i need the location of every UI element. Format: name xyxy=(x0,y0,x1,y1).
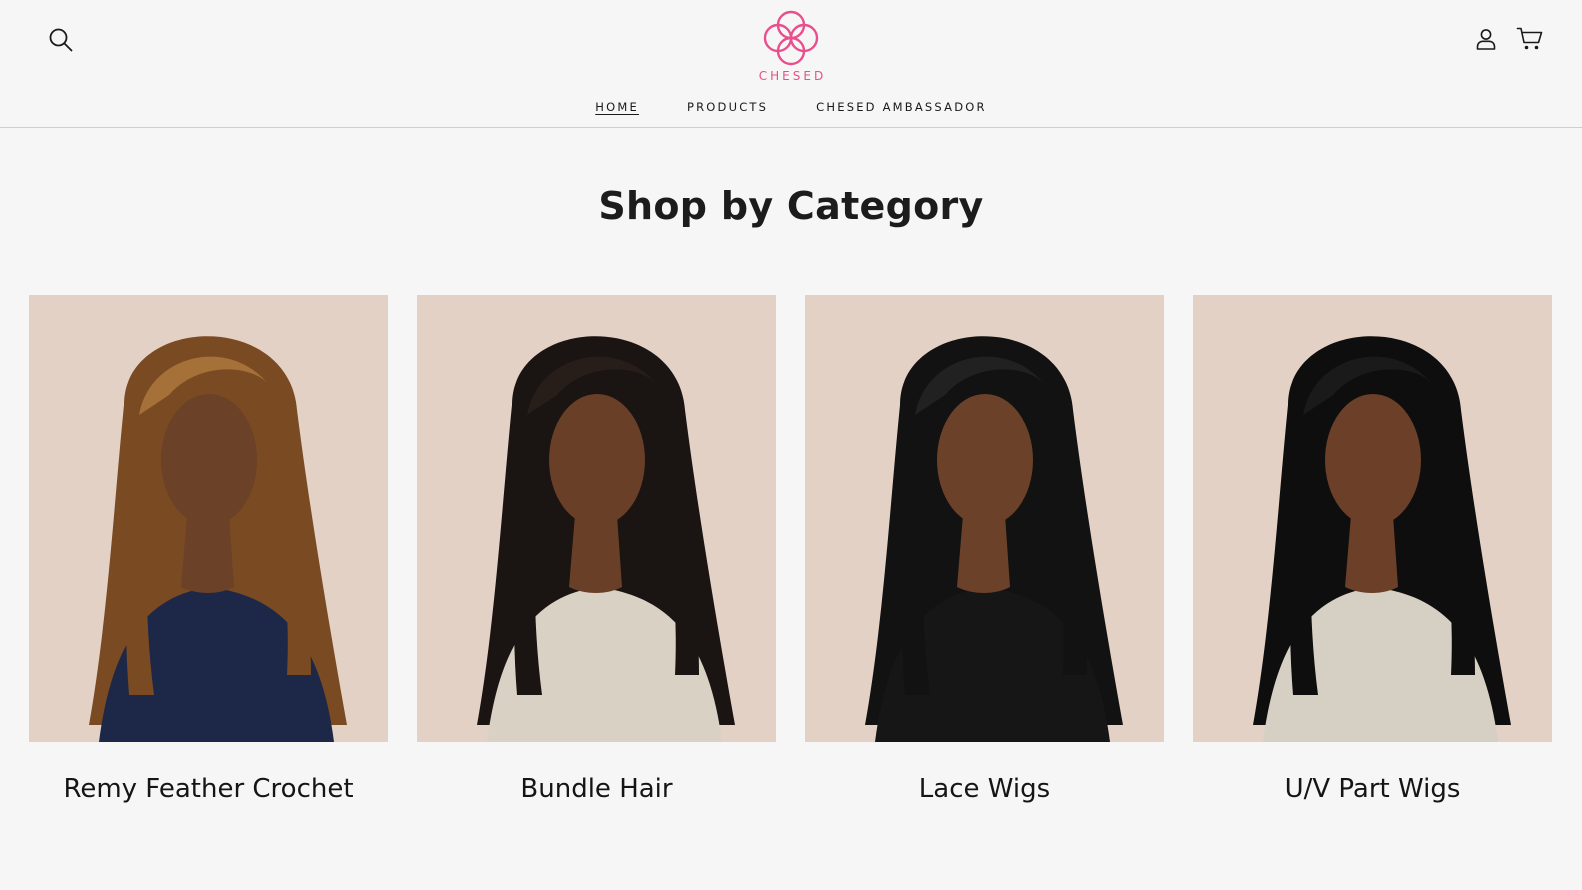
category-card-bundle-hair[interactable]: Bundle Hair xyxy=(417,295,776,804)
section-title: Shop by Category xyxy=(598,184,984,228)
search-icon xyxy=(49,28,73,52)
site-header: CHESED HOME PRODUCTS CHESED AMBASSADOR xyxy=(0,0,1582,128)
logo-text: CHESED xyxy=(758,69,827,83)
category-image[interactable] xyxy=(1193,295,1552,742)
nav-products[interactable]: PRODUCTS xyxy=(663,100,792,114)
category-card-remy-feather-crochet[interactable]: Remy Feather Crochet xyxy=(29,295,388,804)
search-button[interactable] xyxy=(41,20,81,60)
portrait-illustration xyxy=(89,336,347,742)
category-image[interactable] xyxy=(417,295,776,742)
category-title[interactable]: Bundle Hair xyxy=(417,774,776,804)
brand-logo[interactable]: CHESED xyxy=(741,8,841,88)
category-card-lace-wigs[interactable]: Lace Wigs xyxy=(805,295,1164,804)
category-image[interactable] xyxy=(29,295,388,742)
category-title[interactable]: Lace Wigs xyxy=(805,774,1164,804)
nav-home[interactable]: HOME xyxy=(571,100,663,114)
category-title[interactable]: Remy Feather Crochet xyxy=(29,774,388,804)
account-button[interactable] xyxy=(1466,19,1506,59)
main-nav: HOME PRODUCTS CHESED AMBASSADOR xyxy=(0,100,1582,114)
logo-mark-icon xyxy=(763,10,819,66)
portrait-illustration xyxy=(477,336,735,742)
category-card-uv-part-wigs[interactable]: U/V Part Wigs xyxy=(1193,295,1552,804)
cart-button[interactable] xyxy=(1510,19,1550,59)
user-icon xyxy=(1476,29,1496,50)
nav-chesed-ambassador[interactable]: CHESED AMBASSADOR xyxy=(792,100,1011,114)
category-title[interactable]: U/V Part Wigs xyxy=(1193,774,1552,804)
category-grid: Remy Feather Crochet Bundle Hair Lace Wi… xyxy=(29,295,1552,804)
cart-icon xyxy=(1516,27,1543,50)
portrait-illustration xyxy=(1253,336,1511,742)
portrait-illustration xyxy=(865,336,1123,742)
category-image[interactable] xyxy=(805,295,1164,742)
